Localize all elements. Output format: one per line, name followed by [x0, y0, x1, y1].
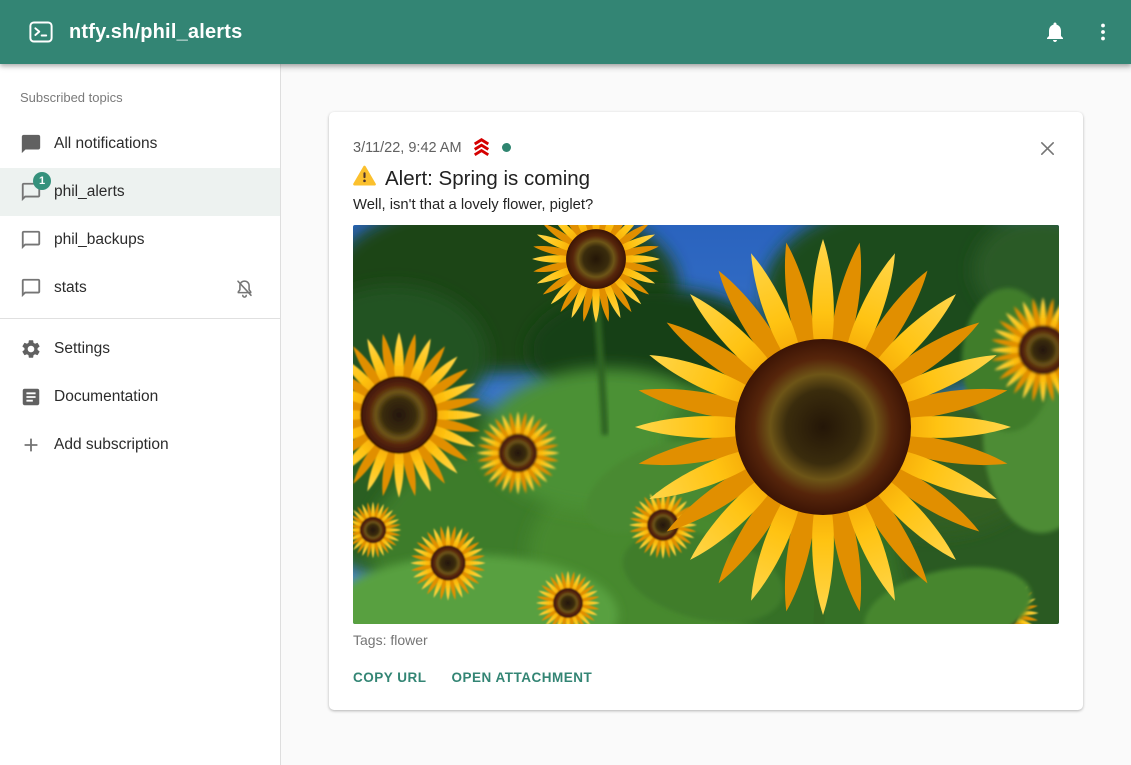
notifications-bell-icon: [1043, 20, 1067, 44]
sidebar-item-label: All notifications: [54, 135, 157, 153]
open-attachment-button[interactable]: OPEN ATTACHMENT: [444, 661, 601, 694]
notification-body: Well, isn't that a lovely flower, piglet…: [353, 197, 1059, 213]
unread-count-badge: 1: [33, 172, 51, 190]
sidebar-item-documentation[interactable]: Documentation: [0, 373, 280, 421]
notifications-off-icon: [233, 277, 256, 300]
sidebar-item-label: Settings: [54, 340, 110, 358]
close-notification-button[interactable]: [1033, 134, 1061, 162]
overflow-menu-button[interactable]: [1083, 12, 1123, 52]
appbar-actions: [1035, 12, 1123, 52]
sidebar-item-label: phil_backups: [54, 231, 144, 249]
notification-card: 3/11/22, 9:42 AM: [329, 112, 1083, 710]
plus-icon: [19, 433, 43, 457]
appbar: ntfy.sh/phil_alerts: [0, 0, 1131, 64]
sidebar-item-settings[interactable]: Settings: [0, 325, 280, 373]
sidebar-item-label: stats: [54, 279, 87, 297]
sidebar-item-stats[interactable]: stats: [0, 264, 280, 312]
new-indicator-dot: [502, 143, 511, 152]
notification-header: 3/11/22, 9:42 AM: [353, 138, 1059, 157]
priority-urgent-icon: [470, 138, 493, 157]
close-icon: [1038, 139, 1057, 158]
terminal-logo-icon: [28, 19, 54, 45]
notification-title: Alert: Spring is coming: [353, 165, 1059, 192]
chat-bubble-outline-icon: 1: [19, 180, 43, 204]
appbar-title: ntfy.sh/phil_alerts: [69, 21, 1035, 44]
sidebar: Subscribed topics All notifications 1 ph…: [0, 64, 281, 765]
sidebar-item-all-notifications[interactable]: All notifications: [0, 120, 280, 168]
sidebar-item-label: Add subscription: [54, 436, 169, 454]
sidebar-item-add-subscription[interactable]: Add subscription: [0, 421, 280, 469]
notification-tags: Tags: flower: [353, 632, 1059, 648]
notification-timestamp: 3/11/22, 9:42 AM: [353, 140, 462, 156]
document-icon: [19, 385, 43, 409]
chat-bubble-outline-icon: [19, 228, 43, 252]
notification-title-text: Alert: Spring is coming: [385, 167, 590, 191]
notifications-bell-button[interactable]: [1035, 12, 1075, 52]
settings-gear-icon: [19, 337, 43, 361]
sidebar-item-phil-alerts[interactable]: 1 phil_alerts: [0, 168, 280, 216]
chat-bubble-filled-icon: [19, 132, 43, 156]
kebab-menu-icon: [1091, 20, 1115, 44]
sidebar-divider: [0, 318, 280, 319]
sidebar-caption: Subscribed topics: [0, 64, 280, 120]
chat-bubble-outline-icon: [19, 276, 43, 300]
warning-emoji-icon: [353, 165, 376, 192]
main-content: 3/11/22, 9:42 AM: [281, 64, 1131, 765]
sidebar-item-phil-backups[interactable]: phil_backups: [0, 216, 280, 264]
sidebar-item-label: Documentation: [54, 388, 158, 406]
sidebar-item-label: phil_alerts: [54, 183, 125, 201]
attachment-image[interactable]: [353, 225, 1059, 624]
notification-actions: COPY URL OPEN ATTACHMENT: [345, 661, 1059, 694]
copy-url-button[interactable]: COPY URL: [345, 661, 435, 694]
